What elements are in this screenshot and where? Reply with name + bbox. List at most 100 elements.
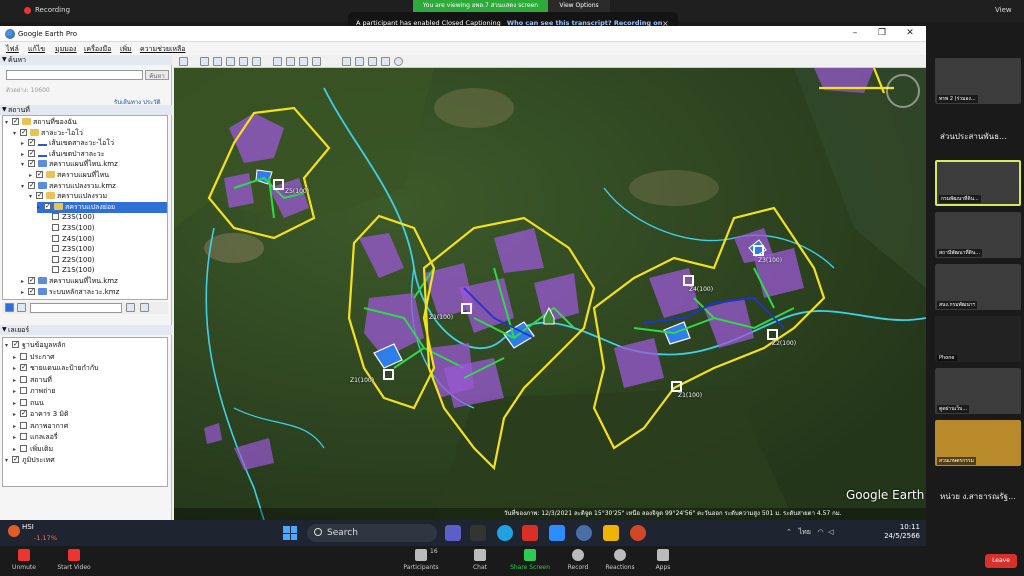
save-image-icon[interactable] [368, 57, 377, 66]
unmute-button[interactable]: Unmute [2, 549, 46, 571]
maximize-icon[interactable]: ❐ [875, 28, 889, 40]
minimize-icon[interactable]: – [848, 28, 862, 40]
polygon-icon[interactable] [213, 57, 222, 66]
stock-icon[interactable] [8, 525, 20, 537]
zoom-icon[interactable] [549, 525, 565, 541]
triangle-right-icon[interactable]: ▸ [13, 352, 20, 363]
checkbox[interactable] [28, 286, 35, 297]
map-view[interactable]: Z5(100) Z4(100) Z3(100) Z2(100) Z1(100) … [174, 68, 926, 520]
layer-item[interactable]: ▸ อาคาร 3 มิติ [13, 408, 69, 420]
checkbox[interactable] [28, 158, 35, 169]
search-button[interactable]: ค้นหา [145, 70, 169, 80]
triangle-right-icon[interactable]: ▾ [5, 340, 12, 351]
checkbox[interactable] [28, 180, 35, 191]
menu-tools[interactable]: เครื่องมือ [84, 44, 111, 55]
place-item[interactable]: ▾ สาละวะ-ไอโว่ [13, 127, 167, 139]
volume-icon[interactable]: ◁ [828, 528, 833, 536]
place-item[interactable]: ▸สคราบแผนที่ไหน [29, 169, 167, 181]
places-filter-input[interactable] [30, 303, 122, 313]
triangle-down-icon[interactable]: ▾ [21, 181, 28, 192]
place-item[interactable]: Z3S(100) [45, 223, 167, 234]
place-item[interactable]: ▾ สถานที่ของฉัน [5, 116, 167, 128]
powerpoint-icon[interactable] [630, 525, 646, 541]
place-item[interactable]: ▸ เส้นเขตป่าสาละวะ [21, 148, 167, 160]
wifi-icon[interactable]: ◠ [818, 528, 824, 536]
checkbox[interactable] [52, 213, 59, 221]
record-button[interactable]: Record [556, 549, 600, 571]
places-panel-header[interactable]: ▼ สถานที่ [0, 105, 172, 115]
sunlight-icon[interactable] [286, 57, 295, 66]
checkbox[interactable] [20, 421, 27, 429]
checkbox[interactable] [20, 387, 27, 394]
sidebar-toggle-icon[interactable] [179, 57, 188, 66]
layer-item[interactable]: ▸ แกลเลอรี่ [13, 432, 58, 443]
language-indicator[interactable]: ไทย [799, 528, 811, 536]
triangle-right-icon[interactable]: ▸ [13, 375, 20, 386]
layer-item[interactable]: ▾ ฐานข้อมูลหลัก [5, 339, 66, 351]
chevron-up-icon[interactable]: ⌃ [786, 528, 792, 536]
place-item[interactable]: ▾ สคราบแปลงรวม.kmz [21, 180, 167, 192]
print-icon[interactable] [355, 57, 364, 66]
teams-icon[interactable] [445, 525, 461, 541]
overlay-icon[interactable] [239, 57, 248, 66]
maps-icon[interactable] [381, 57, 390, 66]
menu-file[interactable]: ไฟล์ [6, 44, 19, 55]
layer-item[interactable]: ▸ ประกาศ [13, 352, 55, 363]
checkbox[interactable] [12, 116, 19, 127]
menu-view[interactable]: มุมมอง [55, 44, 76, 55]
place-item[interactable]: Z1S(100) [45, 265, 167, 276]
clock[interactable]: 10:11 24/5/2566 [880, 523, 920, 541]
menu-add[interactable]: เพิ่ม [120, 44, 132, 55]
checkbox[interactable] [52, 255, 59, 263]
reactions-button[interactable]: Reactions [598, 549, 642, 571]
email-icon[interactable] [342, 57, 351, 66]
view-button[interactable]: View [995, 6, 1012, 14]
place-item[interactable]: Z3S(100) [45, 212, 167, 223]
navigation-compass-icon[interactable] [886, 74, 920, 108]
triangle-right-icon[interactable]: ▾ [5, 455, 12, 466]
triangle-right-icon[interactable]: ▸ [13, 421, 20, 432]
participant-tile[interactable]: ทรพ 2 (ร่วมอง... [935, 58, 1021, 104]
place-item[interactable]: ▸ ระบบหลักสาละวะ.kmz [21, 286, 167, 298]
checkbox[interactable] [36, 169, 43, 180]
checkbox[interactable] [20, 444, 27, 452]
participant-tile[interactable]: สวนเกษตรกรรม [935, 420, 1021, 466]
checkbox[interactable] [36, 190, 43, 201]
participant-tile[interactable]: สนง.กรมพัฒนาฯ [935, 264, 1021, 310]
checkbox[interactable] [52, 266, 59, 274]
earth-icon[interactable] [394, 57, 403, 66]
triangle-right-icon[interactable]: ▸ [21, 287, 28, 298]
planet-icon[interactable] [299, 57, 308, 66]
leave-button[interactable]: Leave [985, 554, 1017, 568]
place-item[interactable]: Z4S(100) [45, 234, 167, 245]
layer-item[interactable]: ▸ สถานที่ [13, 375, 52, 386]
place-item[interactable]: ▸ เส้นเขตสาละวะ-ไอโว่ [21, 137, 167, 149]
layer-item[interactable]: ▸ ชายแดนและป้ายกำกับ [13, 362, 99, 374]
apps-button[interactable]: Apps [641, 549, 685, 571]
checkbox[interactable] [28, 275, 35, 286]
checkbox[interactable] [20, 398, 27, 406]
placemark-icon[interactable] [200, 57, 209, 66]
triangle-down-icon[interactable]: ▾ [5, 117, 12, 128]
checkbox[interactable] [52, 234, 59, 242]
triangle-right-icon[interactable]: ▸ [21, 149, 28, 160]
place-item[interactable]: Z3S(100) [45, 244, 167, 255]
edge-icon[interactable] [497, 525, 513, 541]
triangle-right-icon[interactable]: ▸ [13, 386, 20, 397]
triangle-right-icon[interactable]: ▸ [21, 276, 28, 287]
triangle-right-icon[interactable]: ▸ [13, 363, 20, 374]
participant-tile[interactable]: สถานีพัฒนาที่ดิน... [935, 212, 1021, 258]
triangle-right-icon[interactable]: ▸ [13, 444, 20, 455]
google-earth-taskbar-icon[interactable] [576, 525, 592, 541]
tour-icon[interactable] [252, 57, 261, 66]
participant-tile[interactable]: Phone [935, 316, 1021, 362]
layer-item[interactable]: ▸ สภาพอากาศ [13, 421, 68, 432]
windows-start-icon[interactable] [283, 526, 297, 540]
triangle-right-icon[interactable]: ▸ [37, 202, 44, 213]
menu-edit[interactable]: แก้ไข [28, 44, 45, 55]
move-up-icon[interactable] [140, 303, 149, 312]
list-view-icon[interactable] [17, 303, 26, 312]
checkbox[interactable] [20, 408, 27, 419]
checkbox[interactable] [52, 224, 59, 231]
participant-tile[interactable]: ตูดผ่านเว็บ... [935, 368, 1021, 414]
